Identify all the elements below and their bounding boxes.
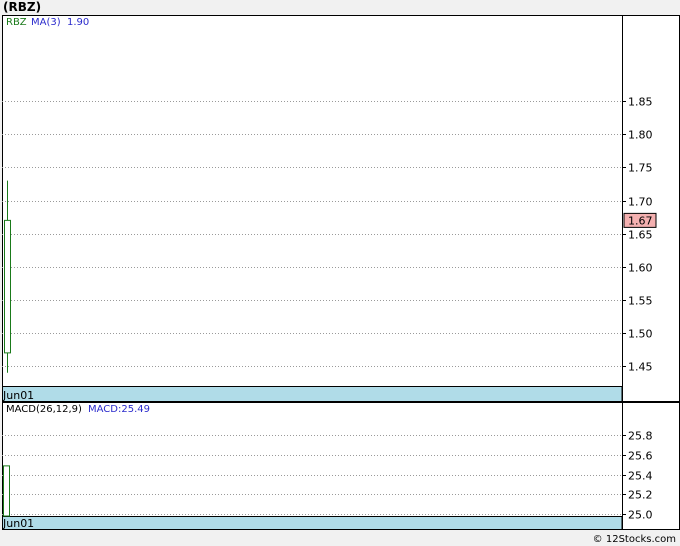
legend-macd-params: MACD(26,12,9) xyxy=(6,404,82,415)
date-band xyxy=(2,386,623,402)
y-tick-label: 25.2 xyxy=(628,489,653,502)
y-tick-label: 25.0 xyxy=(628,509,653,522)
legend-ma-value: 1.90 xyxy=(67,17,89,28)
y-tick-label: 1.80 xyxy=(628,129,653,142)
x-tick-label: Jun01 xyxy=(2,517,34,530)
panel-background xyxy=(2,402,680,530)
last-price-label: 1.67 xyxy=(628,214,653,227)
legend-ma-label: MA(3) xyxy=(31,17,61,28)
y-tick-label: 1.55 xyxy=(628,295,653,308)
copyright-footer: © 12Stocks.com xyxy=(592,534,676,545)
date-band xyxy=(2,516,623,530)
candle-body xyxy=(4,219,11,354)
y-tick-label: 1.85 xyxy=(628,96,653,109)
y-tick-label: 1.70 xyxy=(628,196,653,209)
x-tick-label: Jun01 xyxy=(2,389,34,402)
macd-bar xyxy=(3,465,10,517)
y-tick-label: 25.6 xyxy=(628,450,653,463)
y-tick-label: 1.50 xyxy=(628,328,653,341)
panel-background xyxy=(2,15,680,402)
y-tick-label: 1.65 xyxy=(628,229,653,242)
y-tick-label: 1.45 xyxy=(628,361,653,374)
y-tick-label: 25.4 xyxy=(628,470,653,483)
y-tick-label: 1.75 xyxy=(628,162,653,175)
y-tick-label: 25.8 xyxy=(628,430,653,443)
y-tick-label: 1.60 xyxy=(628,262,653,275)
chart-stage: 1.45 1.50 1.55 1.60 1.65 1.70 1.75 1.80 1.85 Jun0… xyxy=(2,15,680,530)
legend-ticker: RBZ xyxy=(6,17,27,28)
legend-macd-value: MACD:25.49 xyxy=(88,404,150,415)
